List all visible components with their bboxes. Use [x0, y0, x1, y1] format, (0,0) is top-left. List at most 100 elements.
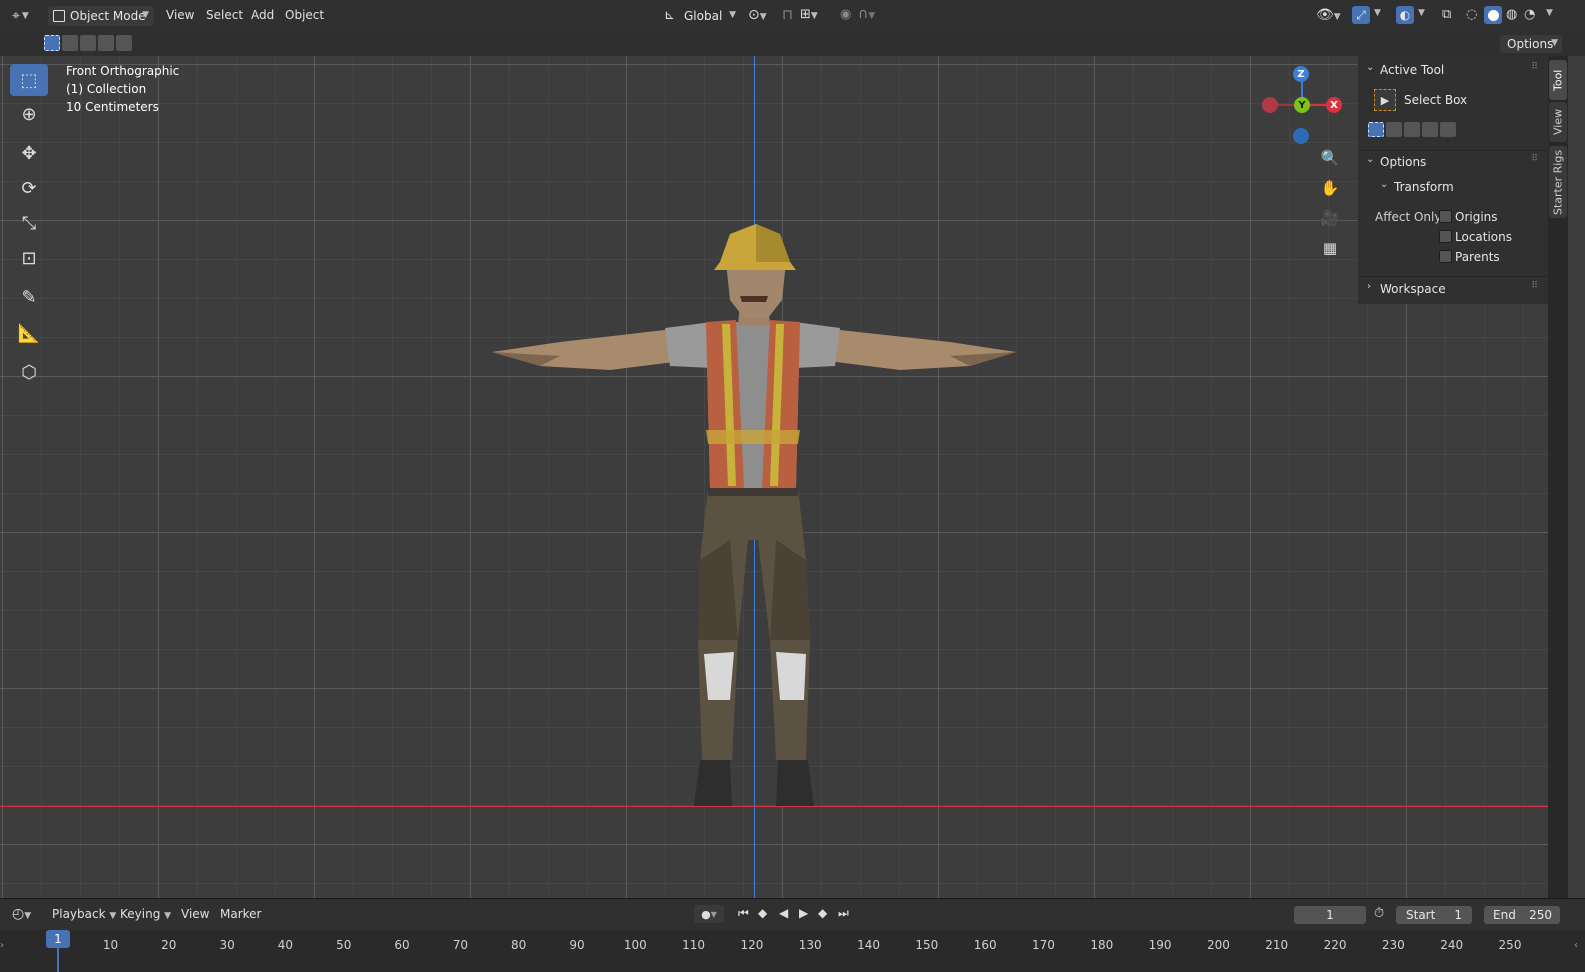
options-label: Options — [1507, 37, 1554, 51]
frame-tick: 50 — [336, 938, 352, 952]
playhead-frame-badge[interactable]: 1 — [46, 930, 70, 948]
pencil-icon: ✎ — [21, 286, 37, 308]
keying-menu[interactable]: Keying ▼ — [120, 907, 171, 921]
parents-checkbox[interactable] — [1439, 250, 1452, 263]
current-frame-field[interactable]: 1 — [1294, 906, 1366, 924]
select-subtract-icon[interactable] — [1404, 122, 1420, 137]
editor-type-button[interactable]: ⌖ ▼ — [12, 6, 42, 26]
shading-rendered-button[interactable]: ◔ — [1524, 7, 1535, 22]
gizmo-x[interactable]: X — [1326, 97, 1342, 113]
tab-starter-rigs[interactable]: Starter Rigs — [1549, 146, 1567, 218]
active-tool-header[interactable]: ⌄ Active Tool ⠿ — [1364, 62, 1544, 78]
workspace-header[interactable]: › Workspace ⠿ — [1364, 281, 1544, 297]
options-header[interactable]: ⌄ Options ⠿ — [1364, 154, 1544, 170]
mode-label: Object Mode — [70, 9, 146, 23]
character-model[interactable] — [490, 216, 1020, 816]
transform-tool[interactable]: ⊡ — [10, 242, 48, 274]
xray-toggle[interactable]: ⧉ — [1442, 7, 1451, 22]
frame-tick: 140 — [857, 938, 880, 952]
cursor-tool[interactable]: ⊕ — [10, 98, 48, 130]
measure-tool[interactable]: 📐 — [10, 317, 48, 349]
shading-wireframe-button[interactable]: ◌ — [1466, 7, 1477, 22]
overlays-toggle[interactable]: ◐ — [1396, 6, 1414, 24]
playback-menu[interactable]: Playback ▼ — [52, 907, 116, 921]
move-tool[interactable]: ✥ — [10, 137, 48, 169]
menu-select[interactable]: Select — [206, 8, 243, 22]
frame-tick: 180 — [1090, 938, 1114, 952]
grid-perspective-icon[interactable]: ▦ — [1318, 236, 1342, 260]
zoom-icon[interactable]: 🔍 — [1318, 146, 1342, 170]
prev-keyframe-icon[interactable]: ◆ — [758, 906, 767, 920]
menu-object[interactable]: Object — [285, 8, 324, 22]
menu-add[interactable]: Add — [251, 8, 274, 22]
select-extend-icon[interactable] — [62, 35, 78, 51]
gizmo-z[interactable]: Z — [1293, 66, 1309, 82]
pivot-point-button[interactable]: ⊙▼ — [748, 7, 767, 23]
drag-handle-icon[interactable]: ⠿ — [1531, 62, 1538, 72]
gizmo-toggle[interactable]: ⤢ — [1352, 6, 1370, 24]
ruler-icon: 📐 — [17, 322, 41, 344]
gizmo-y[interactable]: Y — [1294, 97, 1310, 113]
next-keyframe-icon[interactable]: ◆ — [818, 906, 827, 920]
shading-dropdown[interactable]: ▼ — [1546, 8, 1553, 18]
select-box-tool[interactable]: ⬚ — [10, 64, 48, 96]
navigation-gizmo[interactable]: Z X Y — [1262, 64, 1342, 144]
pan-hand-icon[interactable]: ✋ — [1318, 176, 1342, 200]
jump-end-icon[interactable]: ⏭ — [838, 906, 849, 921]
select-extend-icon[interactable] — [1386, 122, 1402, 137]
menu-view[interactable]: View — [166, 8, 194, 22]
proportional-edit-toggle[interactable]: ◉ — [840, 7, 851, 22]
options-dropdown[interactable]: Options ▼ — [1500, 35, 1562, 53]
shading-solid-button[interactable] — [1484, 6, 1502, 24]
visibility-dropdown[interactable]: 👁▼ — [1316, 7, 1341, 23]
auto-keying-toggle[interactable]: ● ▼ — [694, 905, 724, 923]
timeline-view-menu[interactable]: View — [181, 907, 209, 921]
gizmo-neg-z[interactable] — [1293, 128, 1309, 144]
snap-target-dropdown[interactable]: ⊞▼ — [800, 7, 818, 22]
select-intersect-icon[interactable] — [1440, 122, 1456, 137]
overlays-dropdown[interactable]: ▼ — [1418, 8, 1425, 18]
snap-toggle[interactable]: ⊓ — [782, 7, 793, 23]
timeline-editor-type-button[interactable]: ◴▼ — [12, 906, 31, 922]
frame-tick: 210 — [1265, 938, 1289, 952]
transform-orientation-dropdown[interactable]: ⊾ Global ▼ — [660, 6, 740, 26]
tab-tool[interactable]: Tool — [1549, 60, 1567, 100]
jump-start-icon[interactable]: ⏮ — [738, 906, 749, 921]
frame-tick: 190 — [1148, 938, 1172, 952]
rotate-icon: ⟳ — [21, 177, 37, 199]
drag-handle-icon[interactable]: ⠿ — [1531, 281, 1538, 291]
scale-tool[interactable]: ⤡ — [10, 207, 48, 239]
select-subtract-icon[interactable] — [80, 35, 96, 51]
marker-menu[interactable]: Marker — [220, 907, 261, 921]
tab-view[interactable]: View — [1549, 102, 1567, 142]
ruler-right-arrow-icon[interactable]: ‹ — [1574, 940, 1578, 951]
tool-icon-box[interactable]: ▶ — [1374, 89, 1396, 111]
frame-tick: 160 — [973, 938, 997, 952]
drag-handle-icon[interactable]: ⠿ — [1531, 154, 1538, 164]
transform-subheader[interactable]: ⌄ Transform — [1378, 179, 1538, 195]
proportional-falloff-dropdown[interactable]: ∩▼ — [858, 6, 875, 22]
annotate-tool[interactable]: ✎ — [10, 281, 48, 313]
select-new-icon[interactable] — [1368, 122, 1384, 137]
locations-checkbox[interactable] — [1439, 230, 1452, 243]
frame-ruler[interactable]: 1 10 20 30 40 50 60 70 80 90 100 110 120 130 140 150 16… — [0, 930, 1585, 972]
ruler-left-arrow-icon[interactable]: › — [0, 940, 4, 951]
rotate-tool[interactable]: ⟳ — [10, 172, 48, 204]
mode-dropdown[interactable]: Object Mode ▼ — [48, 6, 154, 26]
select-invert-icon[interactable] — [1422, 122, 1438, 137]
gizmo-neg-x[interactable] — [1262, 97, 1278, 113]
end-frame-field[interactable]: End 250 — [1484, 906, 1560, 924]
select-new-icon[interactable] — [44, 35, 60, 51]
play-icon[interactable]: ▶ — [799, 906, 808, 920]
play-reverse-icon[interactable]: ◀ — [779, 906, 788, 920]
add-cube-tool[interactable]: ⬡ — [10, 356, 48, 388]
start-frame-field[interactable]: Start 1 — [1396, 906, 1472, 924]
shading-material-button[interactable]: ◍ — [1506, 7, 1517, 22]
select-invert-icon[interactable] — [98, 35, 114, 51]
gizmo-dropdown[interactable]: ▼ — [1374, 8, 1381, 18]
origins-checkbox[interactable] — [1439, 210, 1452, 223]
stopwatch-icon[interactable]: ⏱ — [1374, 906, 1384, 921]
orientation-label: Global — [684, 9, 723, 23]
select-intersect-icon[interactable] — [116, 35, 132, 51]
camera-icon[interactable]: 🎥 — [1318, 206, 1342, 230]
